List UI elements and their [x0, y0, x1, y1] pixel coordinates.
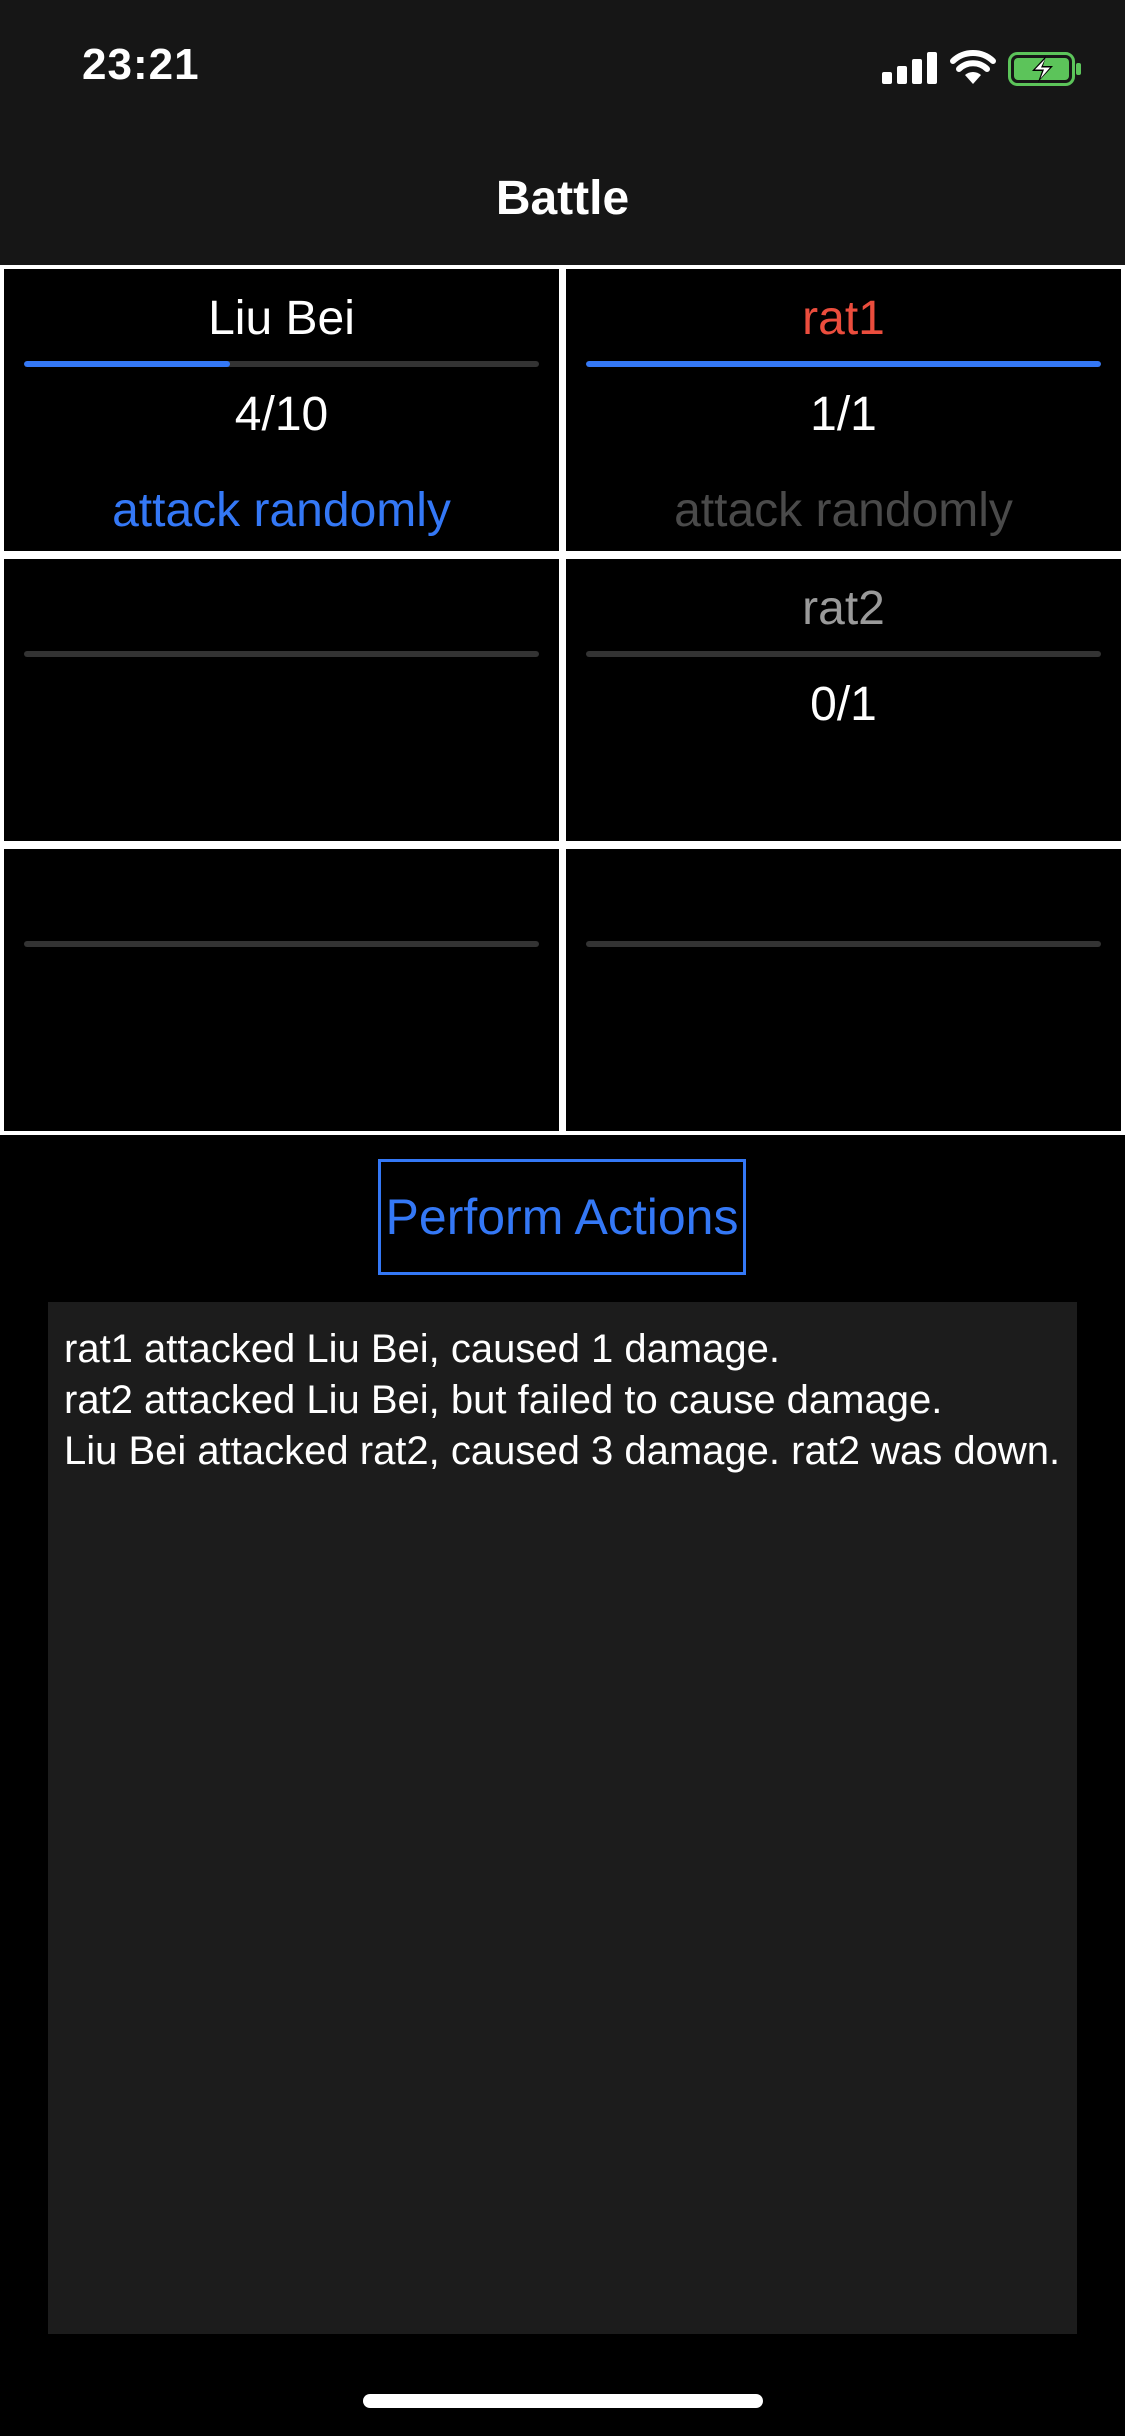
party-hp: 4/10 — [234, 388, 329, 441]
party-action — [4, 1061, 559, 1121]
hp-bar — [24, 361, 539, 367]
home-indicator[interactable] — [363, 2394, 763, 2408]
status-bar: 23:21 — [0, 0, 1125, 135]
hp-bar — [24, 941, 539, 947]
navigation-bar: Battle — [0, 135, 1125, 265]
party-slot-1[interactable]: Liu Bei 4/10 attack randomly — [0, 265, 563, 555]
enemy-hp: 0/1 — [810, 678, 877, 731]
enemy-name: rat1 — [802, 292, 885, 345]
status-time: 23:21 — [82, 40, 200, 89]
party-action — [4, 771, 559, 831]
enemy-action: attack randomly — [674, 484, 1013, 537]
hp-bar — [586, 651, 1101, 657]
party-name — [4, 579, 559, 639]
enemy-slot-2[interactable]: rat2 0/1 — [562, 555, 1125, 845]
party-hp — [4, 965, 559, 1025]
party-slot-3[interactable] — [0, 845, 563, 1135]
enemy-action — [566, 771, 1121, 831]
battle-grid: Liu Bei 4/10 attack randomly rat1 1/1 at… — [0, 265, 1125, 1135]
wifi-icon — [950, 50, 996, 84]
log-line: rat2 attacked Liu Bei, but failed to cau… — [64, 1378, 943, 1422]
party-name: Liu Bei — [208, 292, 355, 345]
enemy-slot-3[interactable] — [562, 845, 1125, 1135]
party-hp — [4, 675, 559, 735]
log-line: rat1 attacked Liu Bei, caused 1 damage. — [64, 1327, 781, 1371]
perform-actions-button[interactable]: Perform Actions — [378, 1159, 746, 1275]
enemy-name: rat2 — [802, 582, 885, 635]
enemy-slot-1[interactable]: rat1 1/1 attack randomly — [562, 265, 1125, 555]
enemy-name — [566, 869, 1121, 929]
log-line: Liu Bei attacked rat2, caused 3 damage. … — [64, 1429, 1061, 1473]
hp-bar — [586, 361, 1101, 367]
hp-bar-fill — [24, 361, 230, 367]
battery-charging-icon — [1008, 52, 1081, 86]
enemy-hp: 1/1 — [810, 388, 877, 441]
cellular-signal-icon — [882, 52, 938, 84]
party-name — [4, 869, 559, 929]
party-slot-2[interactable] — [0, 555, 563, 845]
page-title: Battle — [495, 172, 630, 225]
party-action[interactable]: attack randomly — [4, 481, 559, 541]
battle-log[interactable]: rat1 attacked Liu Bei, caused 1 damage. … — [48, 1302, 1077, 2334]
hp-bar-fill — [586, 361, 1101, 367]
enemy-action — [566, 1061, 1121, 1121]
enemy-hp — [566, 965, 1121, 1025]
hp-bar — [586, 941, 1101, 947]
hp-bar — [24, 651, 539, 657]
